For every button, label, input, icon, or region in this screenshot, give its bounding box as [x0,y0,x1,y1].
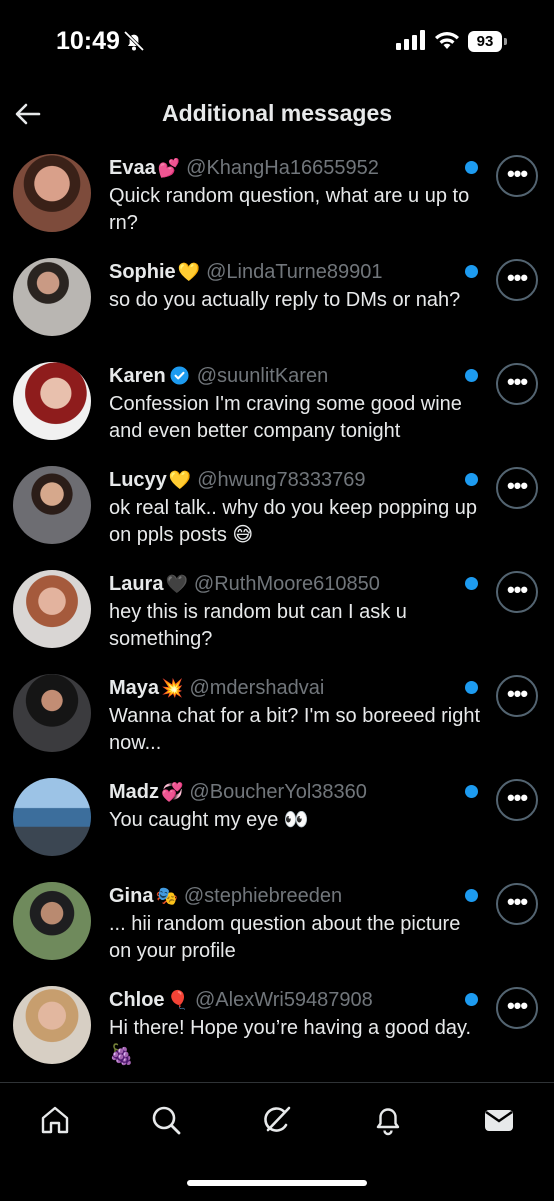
sender-handle: @suunlitKaren [196,365,329,387]
unread-dot [465,681,478,694]
messages-icon[interactable] [482,1103,516,1137]
conversation-row[interactable]: Evaa 💕 @KhangHa16655952 Quick random quest… [0,146,554,250]
sender-name: Karen [109,365,166,387]
conversation-row[interactable]: Chloe 🎈 @AlexWri59487908 Hi there! Hope yo… [0,978,554,1082]
header: Additional messages [0,84,554,146]
avatar[interactable] [13,362,91,440]
name-emoji: 💛 [168,470,192,490]
avatar[interactable] [13,778,91,856]
conversation-row[interactable]: Madz 💞 @BoucherYol38360 You caught my eye … [0,770,554,874]
sender-handle: @AlexWri59487908 [194,989,373,1011]
battery-level: 93 [468,31,502,52]
conversation-row[interactable]: Gina 🎭 @stephiebreeden ... hii random ques… [0,874,554,978]
unread-dot [465,369,478,382]
sender-handle: @BoucherYol38360 [189,781,367,803]
more-options-button[interactable]: ••• [496,155,538,197]
avatar[interactable] [13,882,91,960]
name-emoji: 🎭 [155,886,178,906]
sender-name: Maya [109,677,160,699]
conversation-row[interactable]: Karen @suunlitKaren Confession I'm cravin… [0,354,554,458]
more-options-button[interactable]: ••• [496,675,538,717]
name-emoji: 💥 [161,678,184,698]
name-emoji: 💕 [157,158,181,178]
verified-badge-icon [170,366,189,385]
avatar[interactable] [13,258,91,336]
avatar[interactable] [13,570,91,648]
sender-handle: @hwung78333769 [197,469,366,491]
more-options-button[interactable]: ••• [496,363,538,405]
sender-name: Madz [109,781,159,803]
sender-name: Laura [109,573,164,595]
message-preview: ok real talk.. why do you keep popping u… [109,497,478,546]
avatar[interactable] [13,154,91,232]
unread-dot [465,161,478,174]
wifi-icon [435,32,459,49]
home-indicator [187,1180,367,1186]
conversation-row[interactable]: Lucyy 💛 @hwung78333769 ok real talk.. why … [0,458,554,562]
message-preview: You caught my eye 👀 [109,809,309,831]
message-preview: ... hii random question about the pictur… [109,913,461,962]
page-title: Additional messages [161,100,393,126]
sender-handle: @KhangHa16655952 [186,157,379,179]
message-preview: Confession I'm craving some good wine an… [109,393,462,442]
status-time: 10:49 [56,27,120,55]
sender-name: Sophie [109,261,176,283]
bell-slash-icon [123,30,145,52]
sender-name: Lucyy [109,469,167,491]
battery-icon: 93 [468,31,508,52]
message-preview: hey this is random but can I ask u somet… [109,601,407,650]
message-preview: Quick random question, what are u up to … [109,185,470,234]
unread-dot [465,785,478,798]
name-emoji: 💞 [161,782,184,802]
avatar[interactable] [13,986,91,1064]
home-icon[interactable] [38,1103,72,1137]
message-preview: Hi there! Hope you’re having a good day.… [109,1017,472,1066]
name-emoji: 🎈 [166,990,189,1010]
conversation-row[interactable]: Maya 💥 @mdershadvai Wanna chat for a bit? … [0,666,554,770]
unread-dot [465,473,478,486]
signal-icon [396,30,425,50]
sender-handle: @RuthMoore610850 [193,573,380,595]
sender-handle: @stephiebreeden [183,885,343,907]
search-icon[interactable] [149,1103,183,1137]
sender-name: Gina [109,885,154,907]
avatar[interactable] [13,466,91,544]
sender-name: Evaa [109,157,156,179]
conversation-row[interactable]: Laura 🖤 @RuthMoore610850 hey this is rando… [0,562,554,666]
unread-dot [465,993,478,1006]
unread-dot [465,265,478,278]
more-options-button[interactable]: ••• [496,467,538,509]
more-options-button[interactable]: ••• [496,883,538,925]
avatar[interactable] [13,674,91,752]
more-options-button[interactable]: ••• [496,259,538,301]
message-preview: so do you actually reply to DMs or nah? [109,289,461,311]
sender-handle: @LindaTurne89901 [206,261,383,283]
conversation-row[interactable]: Sophie 💛 @LindaTurne89901 so do you actual… [0,250,554,354]
notifications-icon[interactable] [371,1103,405,1137]
sender-name: Chloe [109,989,165,1011]
more-options-button[interactable]: ••• [496,779,538,821]
name-emoji: 💛 [177,262,201,282]
name-emoji: 🖤 [165,574,188,594]
more-options-button[interactable]: ••• [496,571,538,613]
more-options-button[interactable]: ••• [496,987,538,1029]
unread-dot [465,889,478,902]
sender-handle: @mdershadvai [189,677,325,699]
grok-icon[interactable] [260,1103,294,1137]
unread-dot [465,577,478,590]
status-bar: 10:49 93 [0,0,554,84]
message-preview: Wanna chat for a bit? I'm so boreeed rig… [109,705,481,754]
